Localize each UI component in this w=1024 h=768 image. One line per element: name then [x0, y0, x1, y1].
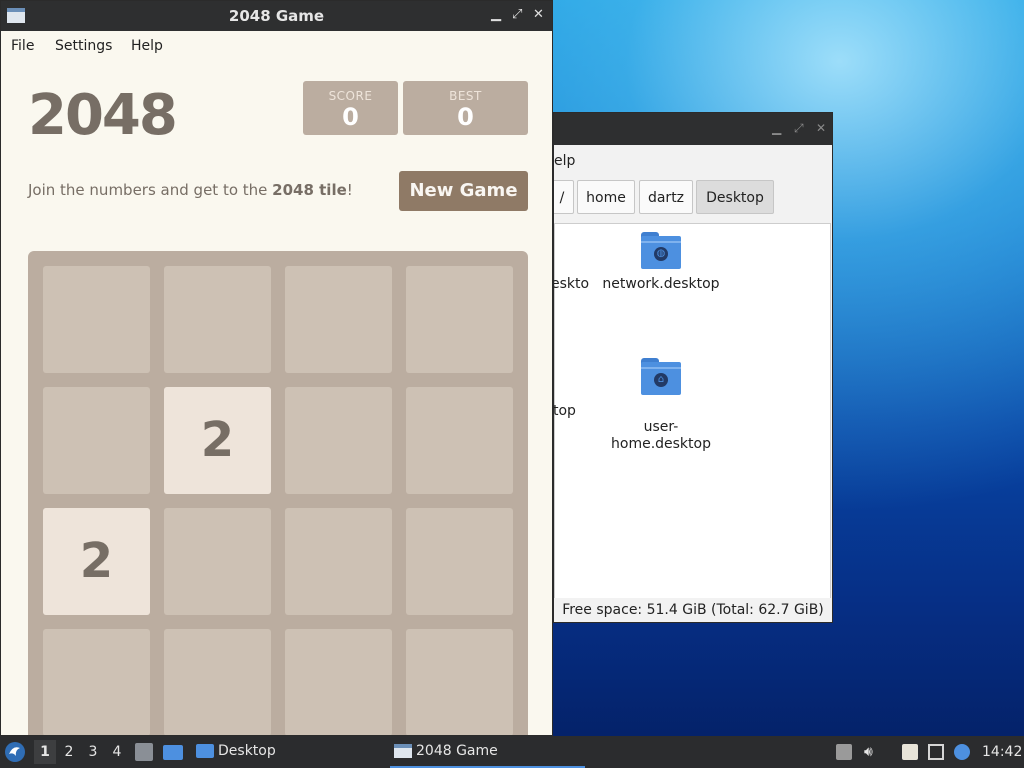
board-cell [164, 266, 271, 373]
taskbar: 1 2 3 4 Desktop 2048 Game 🔊︎ 14:42 [0, 736, 1024, 768]
board-cell [406, 387, 513, 494]
start-menu-icon [5, 742, 25, 762]
menu-help[interactable]: Help [131, 31, 163, 61]
board-cell [43, 266, 150, 373]
board-cell [285, 387, 392, 494]
game-titlebar[interactable]: 2048 Game ▁ ⤢ ✕ [1, 1, 552, 31]
window-icon [394, 744, 412, 758]
update-icon[interactable] [954, 744, 970, 760]
tile: 2 [164, 387, 271, 494]
desktop-file-network[interactable]: ◍ network.desktop [601, 232, 721, 293]
board-cell [285, 629, 392, 735]
show-desktop-button[interactable] [162, 736, 184, 768]
board-cell [406, 266, 513, 373]
game-board[interactable]: 22 [28, 251, 528, 735]
file-manager-window[interactable]: ▁ ⤢ ✕ elp / home dartz Desktop eskto ◍ n… [553, 112, 833, 623]
file-manager-menubar: elp [554, 145, 832, 177]
tray-arrow-icon[interactable] [836, 744, 852, 760]
score-value: 0 [342, 103, 359, 131]
close-icon[interactable]: ✕ [533, 7, 544, 22]
start-menu-button[interactable] [4, 736, 28, 768]
menu-help-partial[interactable]: elp [554, 153, 575, 169]
file-manager-launcher[interactable] [134, 736, 154, 768]
new-game-button[interactable]: New Game [399, 171, 528, 211]
desktop-file-user-home[interactable]: ⌂ user- home.desktop [601, 341, 721, 453]
volume-icon[interactable]: 🔊︎ [864, 744, 880, 760]
globe-folder-icon: ◍ [641, 232, 681, 270]
path-bar: / home dartz Desktop [554, 177, 832, 217]
board-cell [285, 266, 392, 373]
desktop-file-partial-2[interactable]: top [554, 403, 593, 420]
status-bar: Free space: 51.4 GiB (Total: 62.7 GiB) [554, 598, 832, 622]
desktop-icon [163, 745, 183, 760]
game-menubar: File Settings Help [1, 31, 552, 61]
game-window[interactable]: 2048 Game ▁ ⤢ ✕ File Settings Help 2048 … [0, 0, 553, 736]
board-cell [43, 387, 150, 494]
best-label: BEST [449, 89, 482, 103]
task-desktop[interactable]: Desktop [192, 736, 408, 766]
window-title: 2048 Game [228, 7, 325, 25]
path-root-button[interactable]: / [554, 180, 574, 214]
task-2048-game[interactable]: 2048 Game [390, 736, 585, 768]
minimize-icon[interactable]: ▁ [491, 7, 501, 22]
game-intro: Join the numbers and get to the 2048 til… [28, 181, 353, 199]
home-folder-icon: ⌂ [641, 358, 681, 396]
board-cell [406, 508, 513, 615]
board-cell [164, 508, 271, 615]
menu-settings[interactable]: Settings [55, 31, 112, 61]
score-box: SCORE 0 [303, 81, 398, 135]
clipboard-icon[interactable] [902, 744, 918, 760]
file-manager-titlebar[interactable]: ▁ ⤢ ✕ [554, 113, 832, 145]
workspace-4[interactable]: 4 [106, 740, 128, 764]
workspace-3[interactable]: 3 [82, 740, 104, 764]
score-label: SCORE [328, 89, 373, 103]
board-cell [164, 629, 271, 735]
menu-file[interactable]: File [11, 31, 34, 61]
path-home-button[interactable]: home [577, 180, 635, 214]
best-value: 0 [457, 103, 474, 131]
desktop-file-partial-1[interactable]: eskto [554, 276, 599, 293]
board-cell [43, 629, 150, 735]
folder-icon [196, 744, 214, 758]
network-icon[interactable] [928, 744, 944, 760]
game-heading: 2048 [28, 83, 178, 148]
minimize-icon[interactable]: ▁ [772, 121, 781, 135]
file-cabinet-icon [135, 743, 153, 761]
close-icon[interactable]: ✕ [816, 121, 826, 135]
maximize-icon[interactable]: ⤢ [794, 121, 804, 136]
best-score-box: BEST 0 [403, 81, 528, 135]
board-cell [285, 508, 392, 615]
workspace-2[interactable]: 2 [58, 740, 80, 764]
maximize-icon[interactable]: ⤢ [512, 7, 522, 22]
workspace-1[interactable]: 1 [34, 740, 56, 764]
board-cell [406, 629, 513, 735]
file-view[interactable]: eskto ◍ network.desktop top ⌂ user- home… [554, 223, 831, 599]
path-desktop-button[interactable]: Desktop [696, 180, 774, 214]
clock[interactable]: 14:42 [982, 736, 1022, 768]
path-dartz-button[interactable]: dartz [639, 180, 693, 214]
tile: 2 [43, 508, 150, 615]
